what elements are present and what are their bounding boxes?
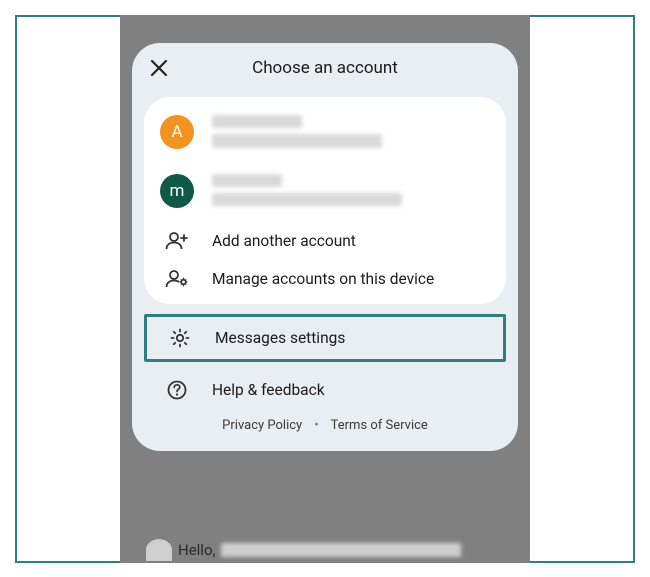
sheet-title: Choose an account (132, 58, 518, 78)
sheet-header: Choose an account (132, 43, 518, 89)
messages-settings-highlight: Messages settings (144, 314, 506, 362)
background-avatar (146, 539, 172, 561)
account-email-redacted (212, 193, 402, 206)
messages-settings-label: Messages settings (215, 329, 345, 347)
avatar: m (160, 174, 194, 208)
privacy-policy-link[interactable]: Privacy Policy (222, 418, 302, 433)
account-row-1[interactable]: A (144, 105, 506, 164)
account-name-redacted (212, 174, 282, 187)
account-chooser-sheet: Choose an account A m (132, 43, 518, 451)
sheet-footer: Privacy Policy • Terms of Service (132, 410, 518, 437)
gear-icon (163, 327, 197, 349)
account-text (212, 115, 490, 154)
manage-accounts-icon (160, 269, 194, 289)
account-row-2[interactable]: m (144, 164, 506, 222)
account-email-redacted (212, 134, 382, 148)
account-name-redacted (212, 115, 302, 128)
add-account-label: Add another account (212, 232, 356, 250)
avatar: A (160, 115, 194, 149)
account-text (212, 174, 490, 212)
terms-of-service-link[interactable]: Terms of Service (331, 418, 428, 433)
add-account-row[interactable]: Add another account (144, 222, 506, 260)
screenshot-frame: Hello, Choose an account A (15, 15, 635, 563)
manage-accounts-row[interactable]: Manage accounts on this device (144, 260, 506, 298)
footer-separator: • (314, 418, 318, 433)
background-message-redacted (221, 543, 461, 557)
background-message-row: Hello, (132, 537, 518, 563)
background-message-prefix: Hello, (178, 541, 215, 559)
person-add-icon (160, 231, 194, 251)
manage-accounts-label: Manage accounts on this device (212, 270, 434, 288)
account-card: A m (144, 97, 506, 304)
phone-background: Hello, Choose an account A (120, 15, 530, 563)
messages-settings-row[interactable]: Messages settings (147, 317, 503, 359)
help-feedback-label: Help & feedback (212, 381, 325, 399)
help-icon (160, 379, 194, 401)
help-feedback-row[interactable]: Help & feedback (144, 370, 506, 410)
close-icon[interactable] (148, 57, 170, 79)
